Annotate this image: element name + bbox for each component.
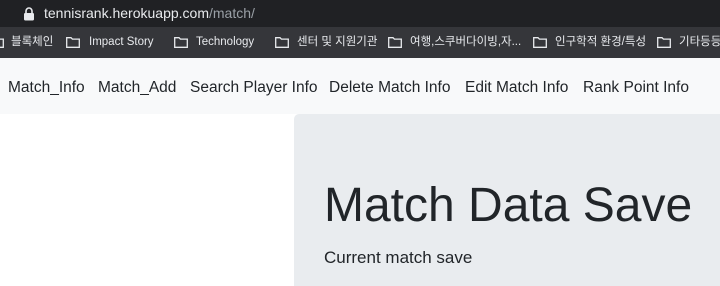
bookmarks-bar: 블록체인 Impact Story Technology 센터 및 지원기관 여… [0, 27, 720, 58]
folder-icon [388, 37, 402, 48]
url-text[interactable]: tennisrank.herokuapp.com/match/ [44, 5, 255, 22]
bookmark-label: Technology [196, 36, 255, 48]
bookmark-folder[interactable]: 센터 및 지원기관 [275, 27, 380, 58]
folder-icon [66, 37, 80, 48]
bookmark-folder[interactable]: 기타등등 [657, 27, 720, 58]
lock-icon [24, 7, 34, 21]
folder-icon [275, 37, 289, 48]
folder-icon [0, 38, 4, 48]
url-path: /match/ [209, 5, 255, 21]
browser-url-bar[interactable]: tennisrank.herokuapp.com/match/ [0, 0, 720, 27]
url-host: tennisrank.herokuapp.com [44, 5, 209, 21]
bookmark-label: Impact Story [89, 36, 154, 48]
nav-link-rank-point-info[interactable]: Rank Point Info [583, 58, 689, 114]
page-title: Match Data Save [324, 179, 693, 232]
bookmark-label: 기타등등 [679, 36, 720, 48]
page-lead-text: Current match save [324, 248, 473, 267]
jumbotron: Match Data Save Current match save [294, 114, 720, 286]
folder-icon [657, 37, 671, 48]
bookmark-folder[interactable]: 블록체인 [0, 27, 60, 58]
nav-link-edit-match-info[interactable]: Edit Match Info [465, 58, 568, 114]
nav-link-match-info[interactable]: Match_Info [8, 58, 85, 114]
bookmark-folder[interactable]: 인구학적 환경/특성 [533, 27, 647, 58]
folder-icon [533, 37, 547, 48]
main-navbar: Match_Info Match_Add Search Player Info … [0, 58, 720, 114]
bookmark-folder[interactable]: Technology [174, 27, 264, 58]
nav-link-search-player-info[interactable]: Search Player Info [190, 58, 318, 114]
bookmark-folder[interactable]: Impact Story [66, 27, 162, 58]
bookmark-folder[interactable]: 여행,스쿠버다이빙,자... [388, 27, 522, 58]
bookmark-label: 블록체인 [11, 36, 54, 48]
bookmark-label: 인구학적 환경/특성 [555, 36, 647, 48]
bookmark-label: 센터 및 지원기관 [297, 36, 378, 48]
nav-link-delete-match-info[interactable]: Delete Match Info [329, 58, 450, 114]
nav-link-match-add[interactable]: Match_Add [98, 58, 176, 114]
bookmark-label: 여행,스쿠버다이빙,자... [410, 36, 522, 48]
folder-icon [174, 37, 188, 48]
